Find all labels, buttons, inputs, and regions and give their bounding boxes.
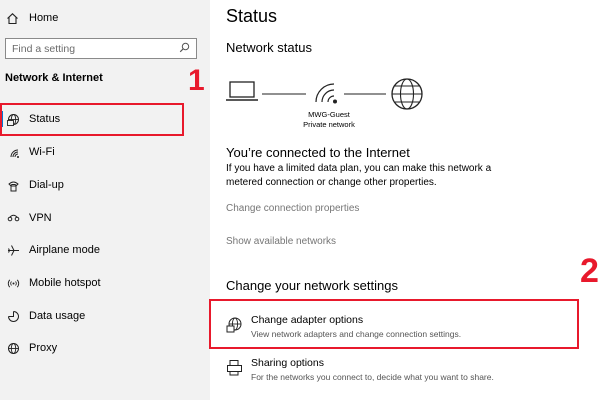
option-description: For the networks you connect to, decide … [251,372,494,382]
home-icon [6,12,20,25]
section-title: Network & Internet [5,72,103,84]
change-connection-properties-link[interactable]: Change connection properties [226,203,359,214]
sidebar: Home Network & Internet Status Wi-Fi Dia… [0,0,210,400]
network-status-heading: Network status [226,40,312,55]
sidebar-item-label: Dial-up [29,179,64,191]
network-name: MWG-Guest [308,110,350,119]
home-link[interactable]: Home [6,9,58,27]
sidebar-item-label: Proxy [29,342,58,354]
proxy-icon [6,341,20,355]
sharing-options[interactable]: Sharing options For the networks you con… [226,357,494,391]
annotation-marker-2: 2 [580,252,599,290]
sidebar-item-label: Wi-Fi [29,146,55,158]
connected-title: You’re connected to the Internet [226,145,410,160]
sidebar-item-label: Data usage [29,310,86,322]
laptop-icon [226,81,258,101]
annotation-marker-1: 1 [188,64,205,97]
search-input[interactable] [12,42,172,55]
show-available-networks-link[interactable]: Show available networks [226,236,336,247]
sidebar-item-proxy[interactable]: Proxy [0,337,210,359]
sharing-icon [226,359,244,377]
home-label: Home [29,12,59,24]
change-settings-heading: Change your network settings [226,278,398,293]
search-icon[interactable] [179,40,190,58]
sidebar-item-label: Airplane mode [29,244,100,256]
sidebar-item-airplane[interactable]: Airplane mode [0,239,210,261]
dialup-icon [6,178,20,192]
airplane-icon [6,243,20,257]
sidebar-item-dialup[interactable]: Dial-up [0,174,210,196]
highlight-box-adapter-options [209,299,579,349]
internet-globe-icon [391,78,423,110]
sidebar-item-hotspot[interactable]: Mobile hotspot [0,272,210,294]
network-name-label: MWG-Guest Private network [289,110,369,130]
wifi-network-icon [315,83,337,104]
hotspot-icon [6,276,20,290]
highlight-box-status [0,103,184,136]
search-box[interactable] [5,38,197,59]
option-title: Sharing options [251,357,324,369]
connected-description: If you have a limited data plan, you can… [226,163,492,188]
data-usage-icon [6,309,20,323]
page-title: Status [226,6,278,26]
vpn-icon [6,211,20,225]
sidebar-item-label: VPN [29,212,52,224]
sidebar-item-vpn[interactable]: VPN [0,207,210,229]
wifi-icon [6,145,20,159]
sidebar-item-label: Mobile hotspot [29,277,101,289]
network-type: Private network [303,120,355,129]
sidebar-item-data-usage[interactable]: Data usage [0,305,210,327]
sidebar-item-wifi[interactable]: Wi-Fi [0,141,210,163]
